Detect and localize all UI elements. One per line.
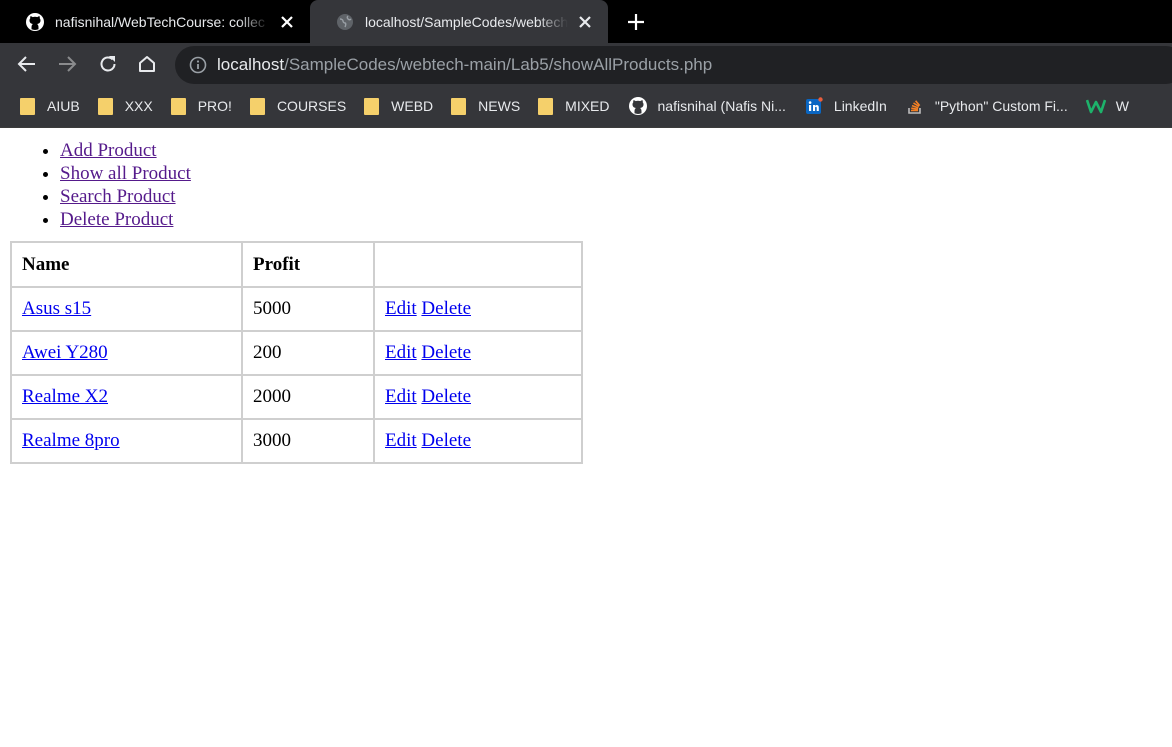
tab-localhost[interactable]: localhost/SampleCodes/webtech xyxy=(310,0,608,43)
cell-actions: Edit Delete xyxy=(374,375,582,419)
bookmark-w[interactable]: W xyxy=(1085,96,1129,116)
bookmark-news[interactable]: NEWS xyxy=(451,97,521,115)
folder-icon xyxy=(364,97,380,115)
bookmark-pro[interactable]: PRO! xyxy=(170,97,232,115)
folder-icon xyxy=(97,97,113,115)
edit-link[interactable]: Edit xyxy=(385,298,417,319)
github-icon xyxy=(628,96,648,116)
github-icon xyxy=(25,12,45,32)
bookmark-github[interactable]: nafisnihal (Nafis Ni... xyxy=(628,96,786,116)
table-row: Awei Y280 200 Edit Delete xyxy=(11,331,582,375)
bookmarks-bar: AIUB XXX PRO! COURSES WEBD NEWS MIXED na… xyxy=(0,85,1172,128)
cell-actions: Edit Delete xyxy=(374,419,582,463)
tab-github[interactable]: nafisnihal/WebTechCourse: collec xyxy=(0,0,310,43)
delete-link[interactable]: Delete xyxy=(421,430,471,451)
bookmark-stackoverflow[interactable]: "Python" Custom Fi... xyxy=(905,96,1068,116)
globe-icon xyxy=(335,12,355,32)
folder-icon xyxy=(538,97,554,115)
search-product-link[interactable]: Search Product xyxy=(60,186,176,207)
bookmark-aiub[interactable]: AIUB xyxy=(20,97,80,115)
tab-title: nafisnihal/WebTechCourse: collec xyxy=(55,13,265,30)
bookmark-mixed[interactable]: MIXED xyxy=(538,97,610,115)
back-icon[interactable] xyxy=(15,52,39,76)
info-icon[interactable] xyxy=(189,56,207,74)
table-row: Realme X2 2000 Edit Delete xyxy=(11,375,582,419)
cell-actions: Edit Delete xyxy=(374,331,582,375)
products-table: Name Profit Asus s15 5000 Edit Delete Aw… xyxy=(10,241,583,464)
folder-icon xyxy=(249,97,265,115)
stackoverflow-icon xyxy=(905,96,925,116)
cell-name: Asus s15 xyxy=(11,287,242,331)
cell-name: Realme 8pro xyxy=(11,419,242,463)
add-product-link[interactable]: Add Product xyxy=(60,140,157,161)
bookmark-linkedin[interactable]: LinkedIn xyxy=(804,96,887,116)
bookmark-xxx[interactable]: XXX xyxy=(97,97,153,115)
menu-item-search: Search Product xyxy=(60,185,1172,208)
menu-item-show-all: Show all Product xyxy=(60,162,1172,185)
table-header-row: Name Profit xyxy=(11,242,582,287)
bookmark-label: XXX xyxy=(124,98,153,114)
bookmark-webd[interactable]: WEBD xyxy=(364,97,434,115)
close-icon[interactable] xyxy=(576,13,594,31)
forward-icon[interactable] xyxy=(55,52,79,76)
folder-icon xyxy=(451,97,467,115)
bookmark-label: AIUB xyxy=(47,98,80,114)
table-row: Realme 8pro 3000 Edit Delete xyxy=(11,419,582,463)
reload-icon[interactable] xyxy=(96,52,120,76)
bookmark-courses[interactable]: COURSES xyxy=(249,97,347,115)
product-name-link[interactable]: Asus s15 xyxy=(22,298,91,319)
cell-name: Realme X2 xyxy=(11,375,242,419)
cell-name: Awei Y280 xyxy=(11,331,242,375)
new-tab-icon[interactable] xyxy=(624,10,648,34)
bookmark-label: WEBD xyxy=(391,98,434,114)
header-profit: Profit xyxy=(242,242,374,287)
bookmark-label: W xyxy=(1115,98,1129,114)
url-host: localhost xyxy=(217,55,285,74)
delete-link[interactable]: Delete xyxy=(421,298,471,319)
cell-profit: 2000 xyxy=(242,375,374,419)
product-name-link[interactable]: Realme 8pro xyxy=(22,430,120,451)
header-actions xyxy=(374,242,582,287)
bookmark-label: COURSES xyxy=(276,98,347,114)
edit-link[interactable]: Edit xyxy=(385,386,417,407)
browser-chrome: nafisnihal/WebTechCourse: collec localho… xyxy=(0,0,1172,128)
header-name: Name xyxy=(11,242,242,287)
bookmark-label: MIXED xyxy=(565,98,610,114)
url-path: /SampleCodes/webtech-main/Lab5/showAllPr… xyxy=(284,55,713,74)
tab-strip: nafisnihal/WebTechCourse: collec localho… xyxy=(0,0,1172,43)
bookmark-label: PRO! xyxy=(197,98,232,114)
cell-profit: 3000 xyxy=(242,419,374,463)
edit-link[interactable]: Edit xyxy=(385,342,417,363)
menu-item-add: Add Product xyxy=(60,139,1172,162)
product-name-link[interactable]: Realme X2 xyxy=(22,386,108,407)
delete-product-link[interactable]: Delete Product xyxy=(60,209,173,230)
cell-profit: 5000 xyxy=(242,287,374,331)
edit-link[interactable]: Edit xyxy=(385,430,417,451)
close-icon[interactable] xyxy=(278,13,296,31)
menu-item-delete: Delete Product xyxy=(60,208,1172,231)
page-content: Add Product Show all Product Search Prod… xyxy=(0,139,1172,464)
address-bar[interactable]: localhost/SampleCodes/webtech-main/Lab5/… xyxy=(175,46,1172,84)
folder-icon xyxy=(170,97,186,115)
product-name-link[interactable]: Awei Y280 xyxy=(22,342,108,363)
w-icon xyxy=(1085,96,1106,116)
bookmark-label: "Python" Custom Fi... xyxy=(934,98,1068,114)
bookmark-label: nafisnihal (Nafis Ni... xyxy=(657,98,786,114)
folder-icon xyxy=(20,97,35,115)
linkedin-icon xyxy=(804,96,824,116)
tab-title: localhost/SampleCodes/webtech xyxy=(365,13,568,30)
cell-actions: Edit Delete xyxy=(374,287,582,331)
nav-menu: Add Product Show all Product Search Prod… xyxy=(0,139,1172,231)
show-all-product-link[interactable]: Show all Product xyxy=(60,163,191,184)
bookmark-label: NEWS xyxy=(478,98,521,114)
browser-toolbar: localhost/SampleCodes/webtech-main/Lab5/… xyxy=(0,43,1172,85)
bookmark-label: LinkedIn xyxy=(833,98,887,114)
delete-link[interactable]: Delete xyxy=(421,342,471,363)
cell-profit: 200 xyxy=(242,331,374,375)
delete-link[interactable]: Delete xyxy=(421,386,471,407)
table-row: Asus s15 5000 Edit Delete xyxy=(11,287,582,331)
home-icon[interactable] xyxy=(135,52,159,76)
